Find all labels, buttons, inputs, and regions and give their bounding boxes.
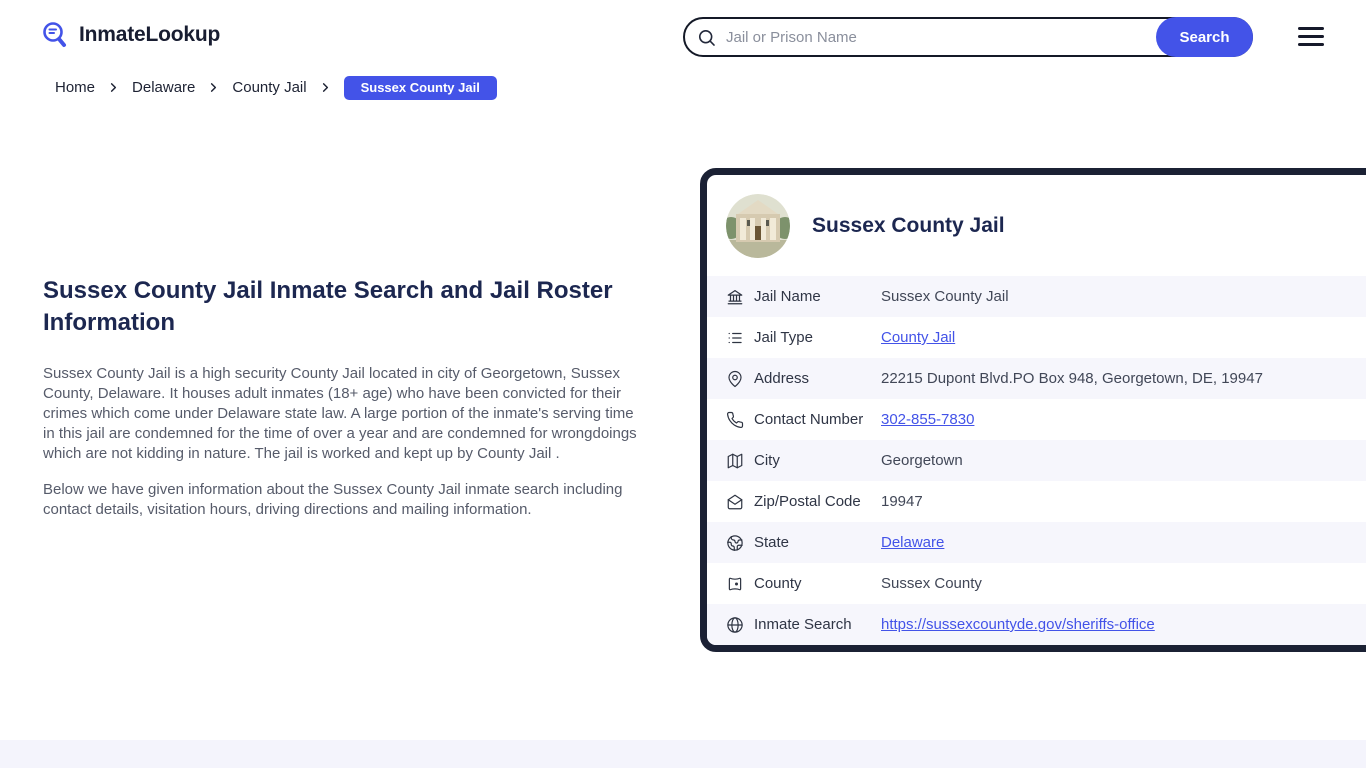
table-row: Address 22215 Dupont Blvd.PO Box 948, Ge… — [707, 358, 1366, 399]
breadcrumb-county-jail[interactable]: County Jail — [232, 79, 306, 96]
row-value: 19947 — [881, 493, 923, 510]
row-label: Contact Number — [754, 411, 864, 428]
jail-photo — [726, 193, 790, 258]
search-button[interactable]: Search — [1156, 17, 1253, 57]
row-value: Sussex County Jail — [881, 288, 1009, 305]
table-row: State Delaware — [707, 522, 1366, 563]
row-value-link[interactable]: Delaware — [881, 534, 944, 551]
chevron-right-icon — [108, 81, 119, 94]
row-value: Sussex County — [881, 575, 982, 592]
breadcrumb-current-badge: Sussex County Jail — [343, 76, 497, 100]
search-bar: Search — [683, 17, 1253, 57]
row-value: Georgetown — [881, 452, 963, 469]
row-label: Address — [754, 370, 810, 387]
row-value-link[interactable]: https://sussexcountyde.gov/sheriffs-offi… — [881, 616, 1155, 633]
breadcrumb-delaware[interactable]: Delaware — [132, 79, 195, 96]
row-value-link[interactable]: County Jail — [881, 329, 955, 346]
row-label: County — [754, 575, 802, 592]
row-label: Jail Name — [754, 288, 821, 305]
jail-info-table: Jail Name Sussex County Jail Jail Type C… — [707, 276, 1366, 645]
phone-icon — [726, 411, 744, 429]
chevron-right-icon — [208, 81, 219, 94]
bank-icon — [726, 288, 744, 306]
magnifier-lines-icon — [40, 20, 70, 50]
menu-hamburger-icon[interactable] — [1298, 27, 1324, 46]
county-map-icon — [726, 575, 744, 593]
article: Sussex County Jail Inmate Search and Jai… — [43, 275, 639, 536]
table-row: County Sussex County — [707, 563, 1366, 604]
row-value: 22215 Dupont Blvd.PO Box 948, Georgetown… — [881, 370, 1263, 387]
article-paragraph: Below we have given information about th… — [43, 481, 623, 519]
row-label: State — [754, 534, 790, 551]
jail-info-card: Sussex County Jail Jail Name Sussex Coun… — [700, 168, 1366, 652]
header: InmateLookup Search — [0, 0, 1366, 66]
row-label: Jail Type — [754, 329, 813, 346]
table-row: Contact Number 302-855-7830 — [707, 399, 1366, 440]
map-pin-icon — [726, 370, 744, 388]
envelope-open-icon — [726, 493, 744, 511]
row-label: Zip/Postal Code — [754, 493, 861, 510]
list-icon — [726, 329, 744, 347]
jail-card-title: Sussex County Jail — [812, 213, 1005, 237]
footer-band — [0, 740, 1366, 768]
table-row: Jail Type County Jail — [707, 317, 1366, 358]
earth-icon — [726, 534, 744, 552]
map-icon — [726, 452, 744, 470]
breadcrumb-home[interactable]: Home — [55, 79, 95, 96]
table-row: Zip/Postal Code 19947 — [707, 481, 1366, 522]
breadcrumb: Home Delaware County Jail Sussex County … — [55, 76, 497, 100]
table-row: Jail Name Sussex County Jail — [707, 276, 1366, 317]
table-row: Inmate Search https://sussexcountyde.gov… — [707, 604, 1366, 645]
table-row: City Georgetown — [707, 440, 1366, 481]
globe-icon — [726, 616, 744, 634]
chevron-right-icon — [320, 81, 331, 94]
brand-name: InmateLookup — [79, 23, 221, 46]
page-title: Sussex County Jail Inmate Search and Jai… — [43, 277, 613, 337]
article-paragraph: Sussex County Jail is a high security Co… — [43, 364, 637, 463]
row-value-link[interactable]: 302-855-7830 — [881, 411, 974, 428]
jail-card-header: Sussex County Jail — [707, 175, 1366, 276]
search-icon — [697, 28, 716, 47]
brand-logo[interactable]: InmateLookup — [40, 20, 220, 50]
row-label: Inmate Search — [754, 616, 852, 633]
row-label: City — [754, 452, 780, 469]
